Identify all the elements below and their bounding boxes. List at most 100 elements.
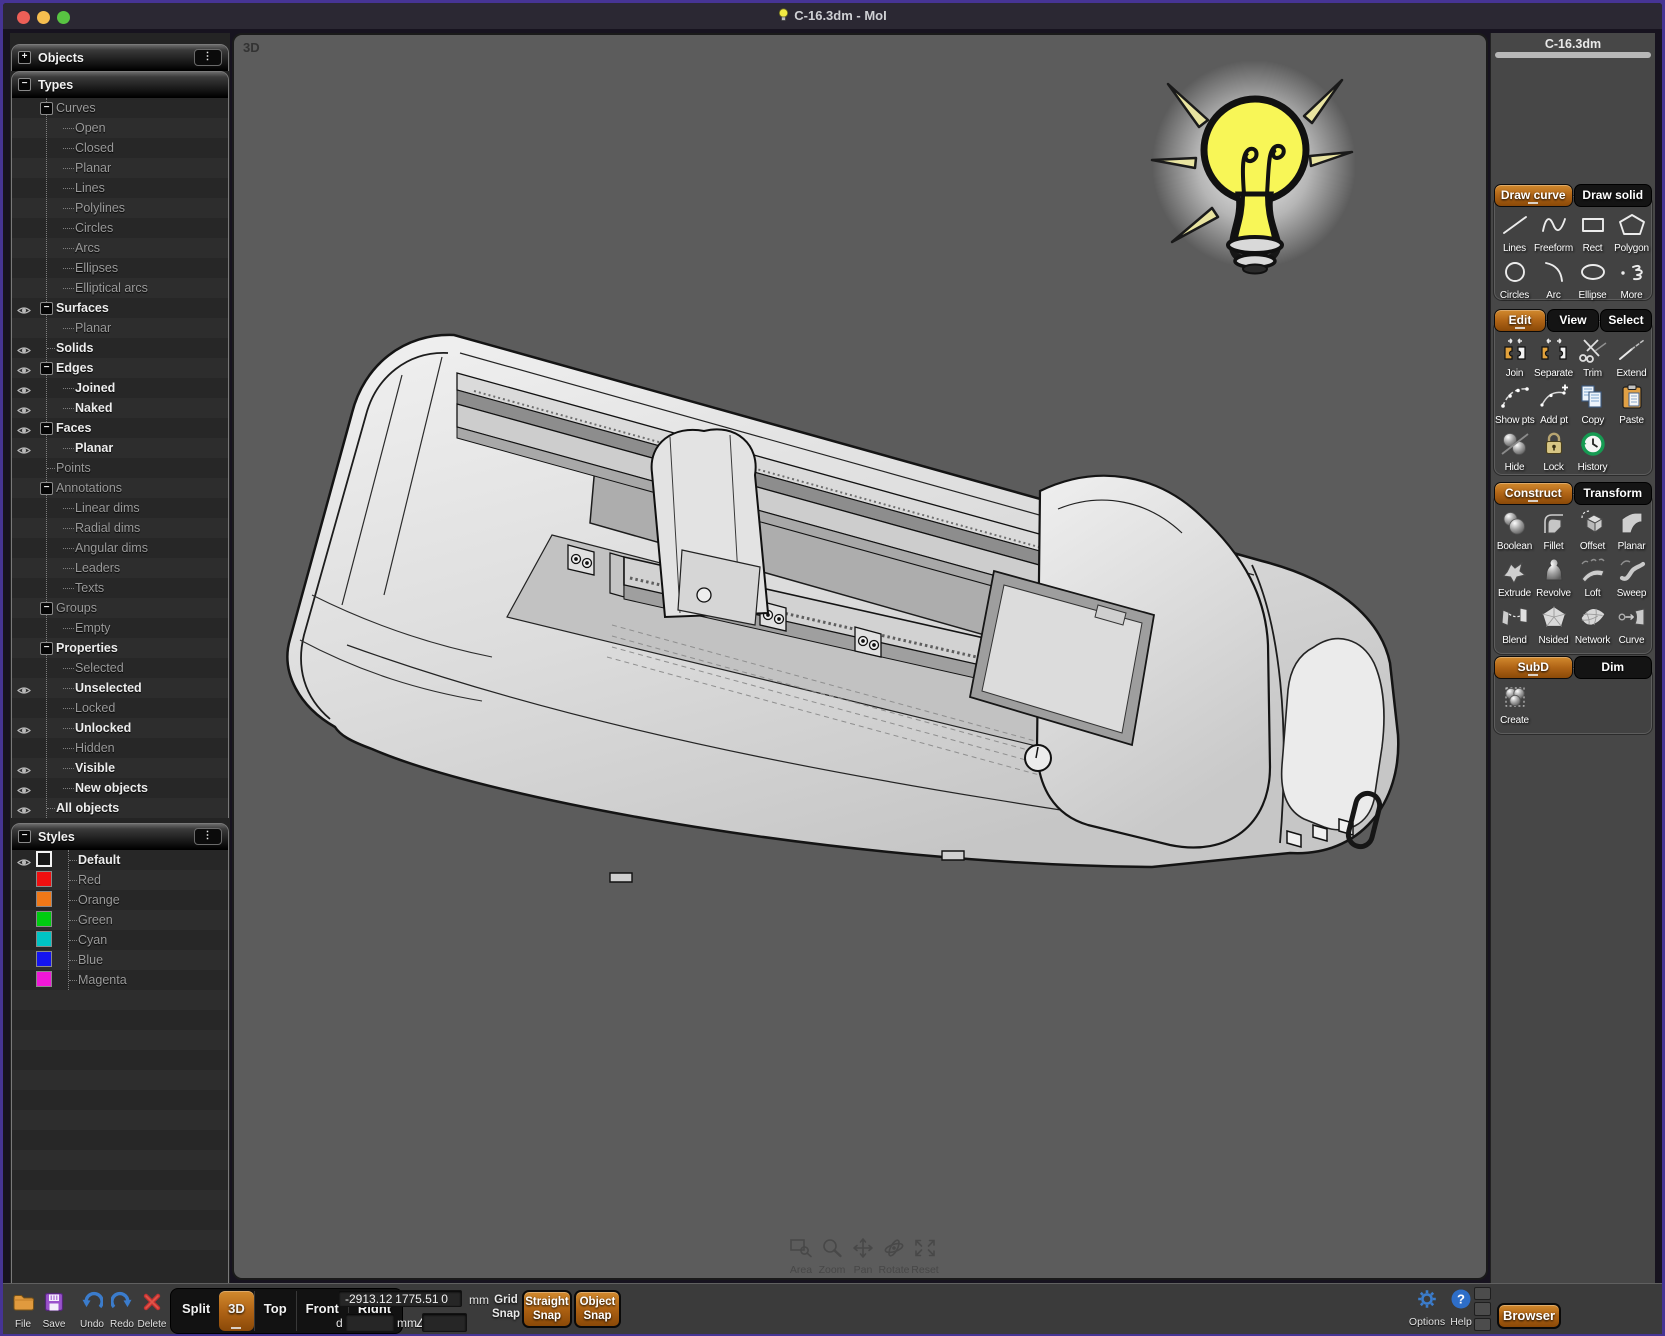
tree-item-curves[interactable]: −Curves: [12, 98, 228, 118]
tool-boolean-button[interactable]: Boolean: [1495, 508, 1534, 555]
tree-item-lines[interactable]: Lines: [12, 178, 228, 198]
tool-circles-button[interactable]: Circles: [1495, 257, 1534, 304]
types-panel-header[interactable]: − Types: [12, 72, 228, 98]
tool-create-button[interactable]: Create: [1495, 682, 1534, 729]
tool-loft-button[interactable]: Loft: [1573, 555, 1612, 602]
tree-item-unselected[interactable]: Unselected: [12, 678, 228, 698]
tab-construct[interactable]: Construct: [1494, 482, 1573, 505]
tool-polygon-button[interactable]: Polygon: [1612, 210, 1651, 257]
collapse-icon[interactable]: −: [18, 78, 31, 91]
coordinates-field[interactable]: -2913.12 1775.51 0: [338, 1290, 462, 1307]
tool-join-button[interactable]: Join: [1495, 335, 1534, 382]
tool-ellipse-button[interactable]: Ellipse: [1573, 257, 1612, 304]
tool-arc-button[interactable]: Arc: [1534, 257, 1573, 304]
tool-extrude-button[interactable]: Extrude: [1495, 555, 1534, 602]
tree-item-texts[interactable]: Texts: [12, 578, 228, 598]
viewport-rotate-tool[interactable]: Rotate: [879, 1237, 909, 1276]
style-color-swatch[interactable]: [36, 871, 52, 887]
tool-extend-button[interactable]: Extend: [1612, 335, 1651, 382]
tab-draw-solid[interactable]: Draw solid: [1574, 184, 1653, 207]
style-item-cyan[interactable]: Cyan: [12, 930, 228, 950]
style-color-swatch[interactable]: [36, 951, 52, 967]
tool-paste-button[interactable]: Paste: [1612, 382, 1651, 429]
style-color-swatch[interactable]: [36, 931, 52, 947]
tool-separate-button[interactable]: Separate: [1534, 335, 1573, 382]
save-button[interactable]: Save: [34, 1291, 74, 1330]
command-options-bar[interactable]: [1495, 52, 1651, 58]
straight-snap-toggle[interactable]: StraightSnap: [522, 1290, 572, 1328]
vinyl-cutter-3d-model[interactable]: [252, 295, 1412, 895]
tree-item-visible[interactable]: Visible: [12, 758, 228, 778]
tool-lock-button[interactable]: Lock: [1534, 429, 1573, 476]
tree-item-closed[interactable]: Closed: [12, 138, 228, 158]
viewport-zoom-tool[interactable]: Zoom: [817, 1237, 847, 1276]
style-color-swatch[interactable]: [36, 891, 52, 907]
tree-item-empty[interactable]: Empty: [12, 618, 228, 638]
style-item-default[interactable]: Default: [12, 850, 228, 870]
tab-draw-curve[interactable]: Draw curve: [1494, 184, 1573, 207]
tool-trim-button[interactable]: Trim: [1573, 335, 1612, 382]
tool-add-pt-button[interactable]: Add pt: [1535, 382, 1574, 429]
view-tab-3d[interactable]: 3D: [219, 1291, 254, 1331]
tool-freeform-button[interactable]: Freeform: [1534, 210, 1573, 257]
tool-lines-button[interactable]: Lines: [1495, 210, 1534, 257]
tool-nsided-button[interactable]: Nsided: [1534, 602, 1573, 649]
tree-item-groups[interactable]: −Groups: [12, 598, 228, 618]
tree-item-solids[interactable]: Solids: [12, 338, 228, 358]
tab-transform[interactable]: Transform: [1574, 482, 1653, 505]
tree-item-leaders[interactable]: Leaders: [12, 558, 228, 578]
viewport-reset-tool[interactable]: Reset: [910, 1237, 940, 1276]
tree-item-annotations[interactable]: −Annotations: [12, 478, 228, 498]
tree-item-radial-dims[interactable]: Radial dims: [12, 518, 228, 538]
collapse-icon[interactable]: −: [40, 482, 53, 495]
style-item-red[interactable]: Red: [12, 870, 228, 890]
collapse-icon[interactable]: −: [40, 362, 53, 375]
viewport-area-tool[interactable]: Area: [786, 1237, 816, 1276]
tree-item-planar[interactable]: Planar: [12, 158, 228, 178]
delete-button[interactable]: Delete: [132, 1291, 172, 1330]
collapse-icon[interactable]: −: [40, 302, 53, 315]
style-color-swatch[interactable]: [36, 971, 52, 987]
tree-item-angular-dims[interactable]: Angular dims: [12, 538, 228, 558]
tree-item-naked[interactable]: Naked: [12, 398, 228, 418]
objects-menu-icon[interactable]: ⋮: [194, 49, 222, 66]
collapse-icon[interactable]: −: [18, 830, 31, 843]
tree-item-unlocked[interactable]: Unlocked: [12, 718, 228, 738]
object-snap-toggle[interactable]: ObjectSnap: [574, 1290, 621, 1328]
distance-input[interactable]: [345, 1313, 395, 1332]
viewport-pan-tool[interactable]: Pan: [848, 1237, 878, 1276]
tool-offset-button[interactable]: Offset: [1573, 508, 1612, 555]
visibility-eye-icon[interactable]: [17, 803, 31, 818]
collapse-icon[interactable]: −: [40, 602, 53, 615]
tree-item-properties[interactable]: −Properties: [12, 638, 228, 658]
collapse-icon[interactable]: −: [40, 422, 53, 435]
tool-planar-button[interactable]: Planar: [1612, 508, 1651, 555]
tool-rect-button[interactable]: Rect: [1573, 210, 1612, 257]
objects-panel-header[interactable]: + Objects ⋮: [12, 45, 228, 71]
expand-icon[interactable]: +: [18, 51, 31, 64]
tree-item-open[interactable]: Open: [12, 118, 228, 138]
tree-item-points[interactable]: Points: [12, 458, 228, 478]
style-item-orange[interactable]: Orange: [12, 890, 228, 910]
view-tab-top[interactable]: Top: [254, 1291, 296, 1331]
style-color-swatch[interactable]: [36, 911, 52, 927]
tab-view[interactable]: View: [1547, 309, 1599, 332]
tree-item-selected[interactable]: Selected: [12, 658, 228, 678]
tool-blend-button[interactable]: Blend: [1495, 602, 1534, 649]
angle-input[interactable]: [422, 1313, 467, 1332]
collapse-icon[interactable]: −: [40, 642, 53, 655]
style-item-blue[interactable]: Blue: [12, 950, 228, 970]
tree-item-hidden[interactable]: Hidden: [12, 738, 228, 758]
tree-item-edges[interactable]: −Edges: [12, 358, 228, 378]
tool-hide-button[interactable]: Hide: [1495, 429, 1534, 476]
tree-item-ellipses[interactable]: Ellipses: [12, 258, 228, 278]
tool-revolve-button[interactable]: Revolve: [1534, 555, 1573, 602]
styles-menu-icon[interactable]: ⋮: [194, 828, 222, 845]
tool-network-button[interactable]: Network: [1573, 602, 1612, 649]
tree-item-planar[interactable]: Planar: [12, 438, 228, 458]
tree-item-all-objects[interactable]: All objects: [12, 798, 228, 818]
tree-item-elliptical-arcs[interactable]: Elliptical arcs: [12, 278, 228, 298]
tool-more-button[interactable]: More: [1612, 257, 1651, 304]
tab-edit[interactable]: Edit: [1494, 309, 1546, 332]
tab-select[interactable]: Select: [1600, 309, 1652, 332]
